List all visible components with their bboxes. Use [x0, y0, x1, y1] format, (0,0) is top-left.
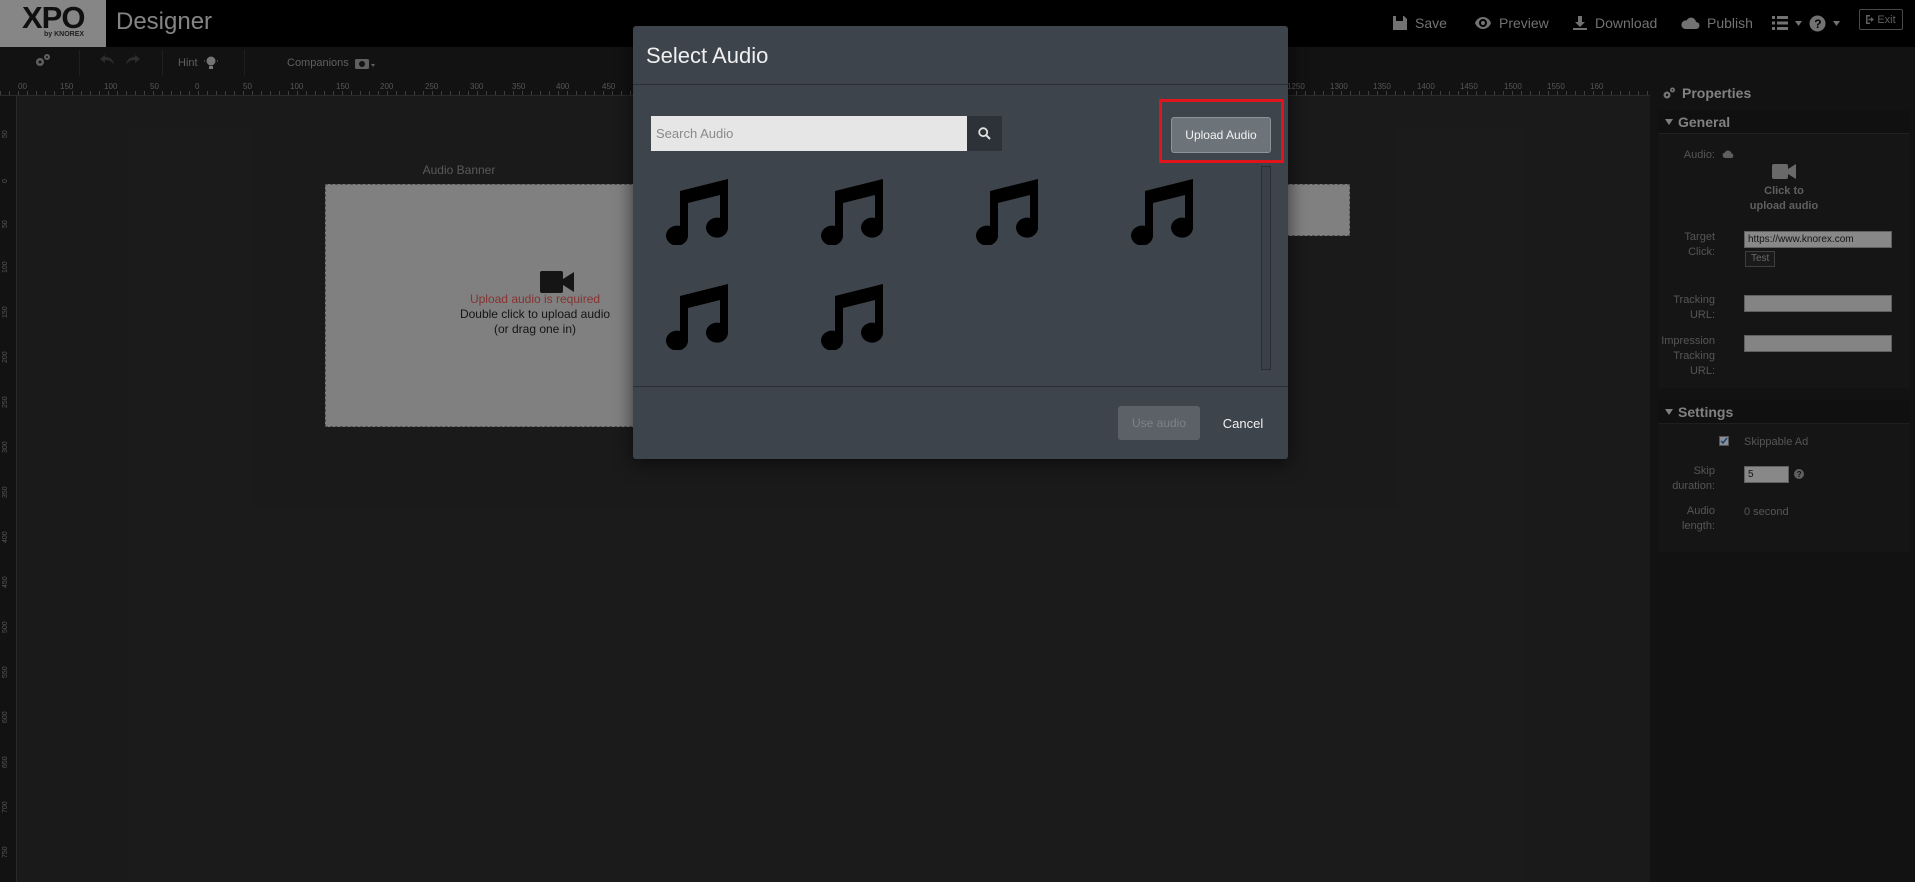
- cancel-button[interactable]: Cancel: [1213, 406, 1273, 440]
- upload-audio-button[interactable]: Upload Audio: [1171, 117, 1271, 153]
- audio-tile[interactable]: [1116, 166, 1206, 256]
- music-note-icon: [821, 284, 884, 350]
- search-button[interactable]: [967, 116, 1002, 151]
- audio-tile[interactable]: [806, 271, 896, 361]
- modal-title: Select Audio: [646, 43, 769, 68]
- music-note-icon: [976, 179, 1039, 245]
- search-audio-input[interactable]: [651, 116, 967, 151]
- modal-header: Select Audio: [633, 26, 1288, 85]
- music-note-icon: [821, 179, 884, 245]
- music-note-icon: [1131, 179, 1194, 245]
- audio-tile[interactable]: [961, 166, 1051, 256]
- search-icon: [978, 127, 991, 140]
- music-note-icon: [666, 179, 729, 245]
- audio-tile[interactable]: [651, 166, 741, 256]
- audio-grid-scrollbar[interactable]: [1261, 166, 1271, 370]
- audio-tile[interactable]: [651, 271, 741, 361]
- audio-tile[interactable]: [806, 166, 896, 256]
- use-audio-button[interactable]: Use audio: [1118, 406, 1200, 440]
- select-audio-modal: Select Audio Upload Audio Use audio Canc…: [633, 26, 1288, 459]
- audio-grid: [651, 166, 1256, 390]
- modal-footer: Use audio Cancel: [633, 386, 1288, 459]
- music-note-icon: [666, 284, 729, 350]
- app-root: XPO by KNOREX Designer Save Preview Down…: [0, 0, 1915, 882]
